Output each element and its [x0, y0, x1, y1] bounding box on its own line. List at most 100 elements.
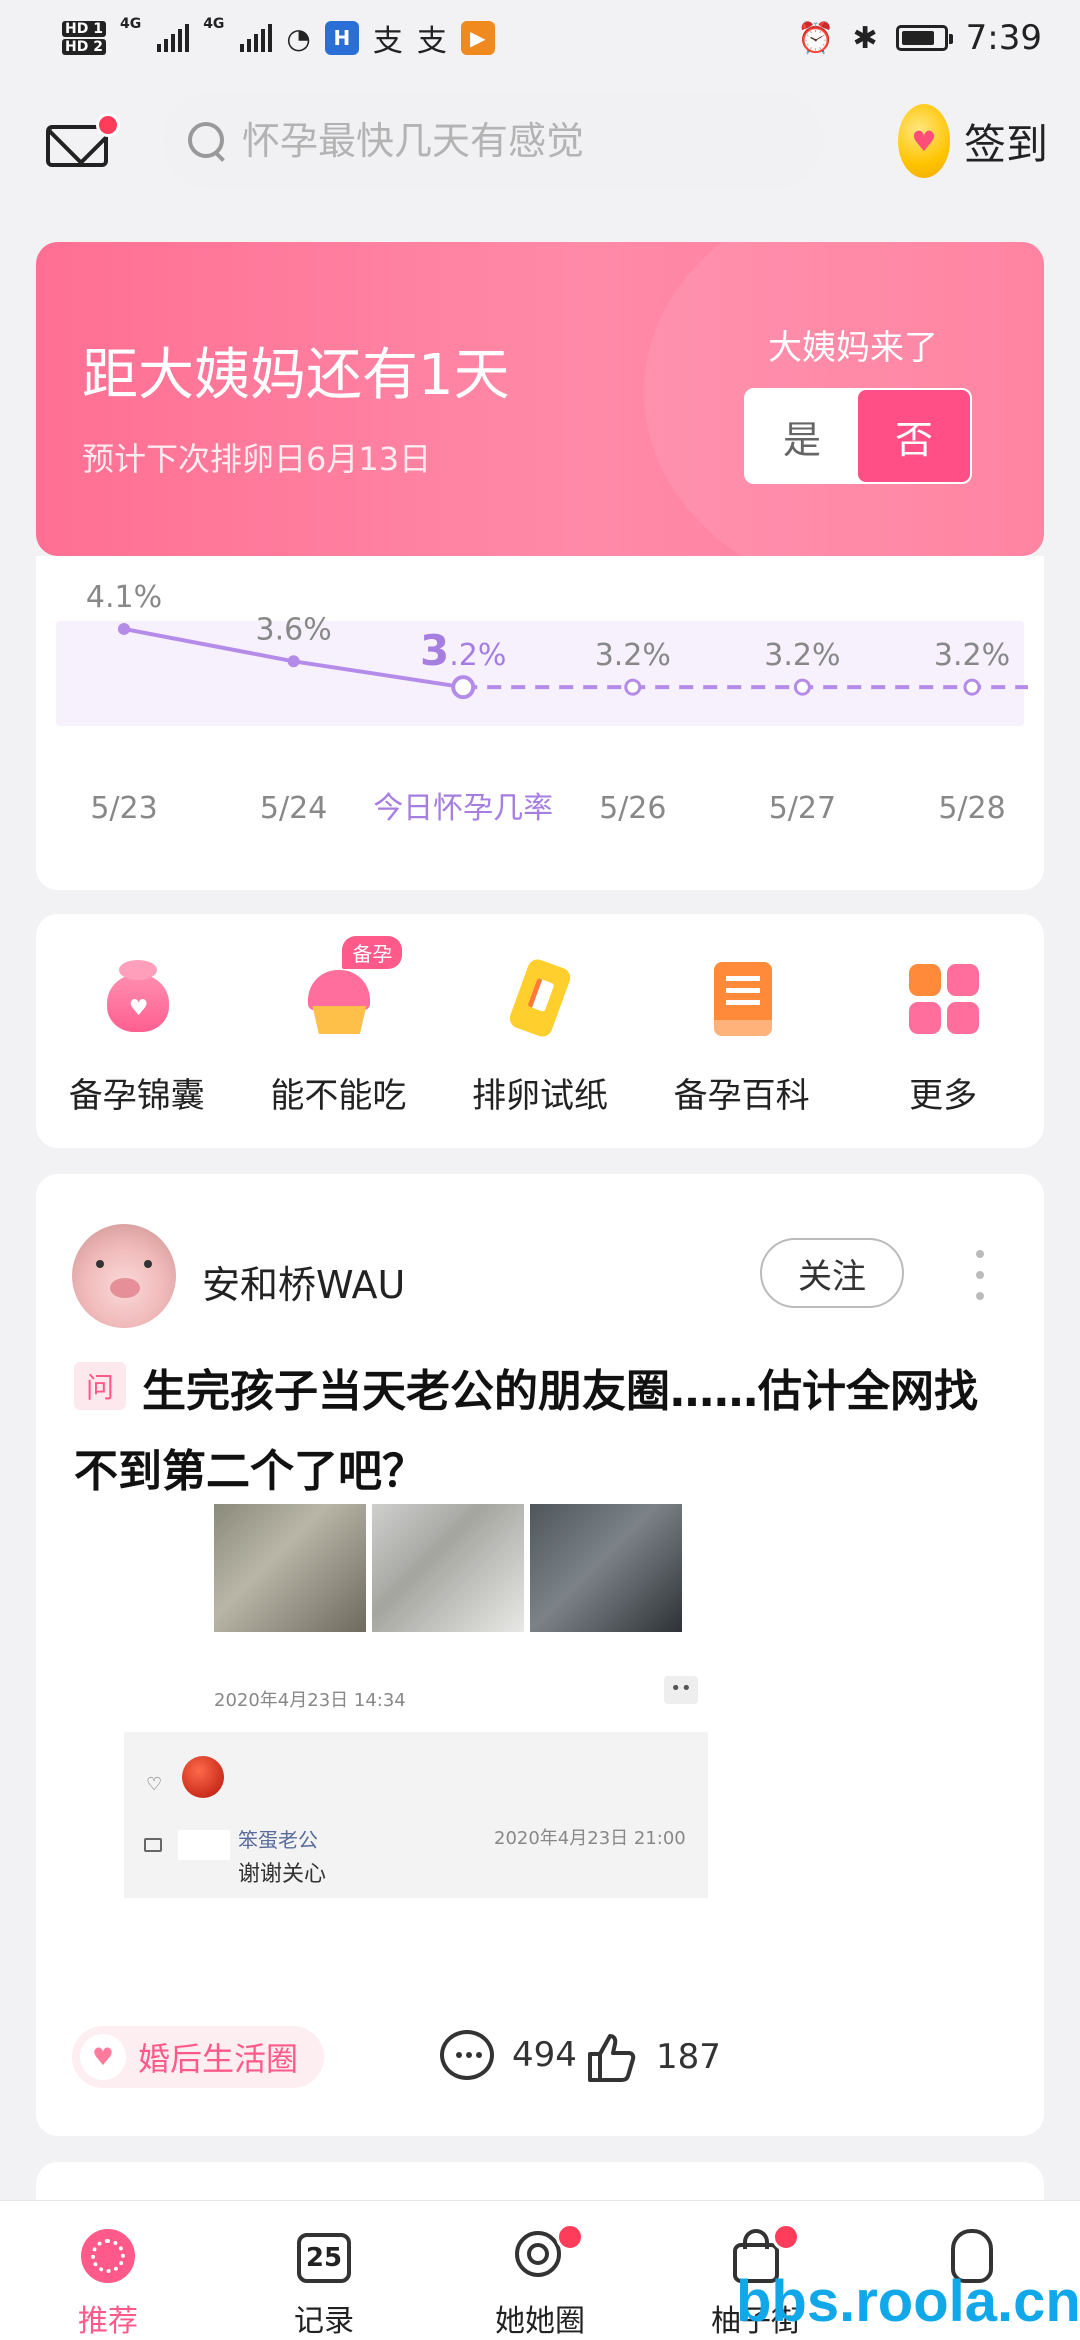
chart-tick-label: 5/26 [599, 791, 666, 826]
chart-value-label: 3.2% [934, 638, 1010, 673]
heart-icon: ♡ [146, 1774, 163, 1795]
chart-tick-label: 5/27 [769, 791, 836, 826]
ovulation-date: 预计下次排卵日6月13日 [82, 440, 432, 478]
nav-label: 推荐 [78, 2304, 138, 2339]
nav-community[interactable]: 她她圈 [432, 2201, 648, 2340]
tool-test-strip[interactable]: 排卵试纸 [439, 914, 641, 1148]
chart-svg: 4.1% 5/23 3.6% 5/24 3.2% 今日怀孕几率 3.2% 5/26 3.2% 5/… [56, 580, 1028, 826]
chart-point-forecast [963, 678, 981, 696]
tool-label: 排卵试纸 [471, 1076, 608, 1116]
notification-dot [96, 113, 120, 137]
hd-indicator: HD 1 HD 2 [62, 21, 106, 55]
more-options-icon[interactable] [976, 1250, 986, 1300]
post-card[interactable]: 安和桥WAU 关注 问 生完孩子当天老公的朋友圈……估计全网找不到第二个了吧？ … [36, 1174, 1044, 2136]
calendar-icon: 25 [293, 2225, 355, 2286]
tool-encyclopedia[interactable]: 备孕百科 [641, 914, 843, 1148]
comment-bubble-icon [440, 2030, 494, 2080]
period-yes-button[interactable]: 是 [746, 390, 858, 482]
cupcake-icon [296, 956, 380, 1040]
tool-label: 能不能吃 [270, 1076, 407, 1116]
nav-label: 她她圈 [495, 2304, 585, 2339]
video-app-icon: ▶ [460, 21, 495, 55]
alipay-icon-2: 支 [416, 24, 447, 59]
comment-icon [144, 1838, 162, 1852]
period-no-button[interactable]: 否 [858, 390, 970, 482]
watermark: bbs.roola.cn [736, 2269, 1080, 2334]
follow-button[interactable]: 关注 [760, 1238, 904, 1308]
moment-date: 2020年4月23日 14:34 [214, 1690, 406, 1711]
chart-point [118, 622, 130, 635]
signal-2-icon [240, 24, 273, 52]
tools-grid: ♥ 备孕锦囊 备孕 能不能吃 排卵试纸 备孕百科 更多 [36, 914, 1044, 1148]
network-type-1: 4G [119, 16, 142, 32]
clock: 7:39 [965, 18, 1042, 58]
search-input[interactable] [242, 119, 802, 163]
comment-count-button[interactable]: 494 [440, 2030, 577, 2080]
notification-dot [772, 2223, 800, 2251]
chart-value-label: 3.2% [595, 638, 671, 673]
chart-point-forecast [624, 678, 642, 696]
pregnancy-chance-chart: 4.1% 5/23 3.6% 5/24 3.2% 今日怀孕几率 3.2% 5/26 3.2% 5/… [36, 556, 1044, 890]
photo-thumbnail [530, 1504, 682, 1632]
signin-button[interactable]: ♥ 签到 [897, 104, 1048, 178]
tool-pouch[interactable]: ♥ 备孕锦囊 [36, 914, 238, 1148]
alarm-icon: ⏰ [797, 20, 835, 56]
hd1-label: HD 1 [62, 21, 106, 37]
moment-menu-icon: •• [664, 1676, 698, 1704]
chart-value-label: 4.1% [86, 580, 162, 615]
nav-recommend[interactable]: 推荐 [0, 2201, 216, 2340]
book-icon [700, 956, 784, 1040]
comment-count: 494 [512, 2035, 577, 2075]
commenter-name: 笨蛋老公 [238, 1828, 318, 1852]
status-left: HD 1 HD 2 4G 4G ◔ H 支 支 ▶ [62, 16, 495, 60]
like-count: 187 [656, 2037, 721, 2077]
status-bar: HD 1 HD 2 4G 4G ◔ H 支 支 ▶ ⏰ ✱ 7:39 [0, 0, 1080, 76]
comment-text: 谢谢关心 [238, 1862, 327, 1887]
battery-icon [895, 25, 953, 51]
like-button[interactable]: 187 [584, 2030, 721, 2084]
grid-icon [901, 956, 985, 1040]
period-card: 距大姨妈还有1天 预计下次排卵日6月13日 大姨妈来了 是 否 [36, 242, 1044, 556]
nav-label: 记录 [294, 2304, 354, 2339]
calendar-day: 25 [297, 2233, 351, 2283]
liker-avatar [182, 1756, 224, 1798]
period-question: 大姨妈来了 [768, 328, 938, 368]
nav-record[interactable]: 25 记录 [216, 2201, 432, 2340]
topic-label: 婚后生活圈 [138, 2040, 299, 2078]
chart-value-label: 3.2% [764, 638, 840, 673]
signal-1-icon [157, 24, 190, 52]
commenter-avatar [178, 1830, 230, 1860]
grapefruit-icon [77, 2225, 139, 2286]
tool-label: 更多 [909, 1076, 978, 1116]
search-bar[interactable] [162, 92, 824, 190]
chart-point-forecast [793, 678, 811, 696]
hd2-label: HD 2 [62, 39, 106, 55]
chart-area-fill [56, 620, 1024, 726]
post-image[interactable]: 2020年4月23日 14:34 •• ♡ 笨蛋老公 2020年4月23日 21… [72, 1504, 732, 2104]
post-title[interactable]: 生完孩子当天老公的朋友圈……估计全网找不到第二个了吧？ [74, 1352, 1014, 1512]
app-notification-icon: H [324, 21, 359, 55]
network-type-2: 4G [203, 16, 225, 32]
topic-tag[interactable]: ♥ 婚后生活圈 [72, 2026, 325, 2088]
rabbit-icon: ♥ [80, 2034, 126, 2080]
signin-label: 签到 [963, 119, 1048, 169]
moment-comments: ♡ 笨蛋老公 2020年4月23日 21:00 谢谢关心 [124, 1732, 708, 1898]
tool-label: 备孕锦囊 [68, 1076, 205, 1116]
status-right: ⏰ ✱ 7:39 [797, 18, 1042, 58]
tool-food[interactable]: 备孕 能不能吃 [238, 914, 440, 1148]
message-button[interactable] [44, 113, 120, 169]
tool-more[interactable]: 更多 [842, 914, 1044, 1148]
post-username[interactable]: 安和桥WAU [202, 1254, 405, 1309]
period-countdown: 距大姨妈还有1天 [82, 343, 510, 408]
period-toggle: 是 否 [744, 388, 972, 484]
comment-time: 2020年4月23日 21:00 [494, 1828, 686, 1849]
pouch-icon: ♥ [95, 956, 179, 1040]
top-header: ♥ 签到 [0, 76, 1080, 206]
chart-value-label: 3.6% [255, 612, 331, 647]
avatar[interactable] [72, 1224, 176, 1328]
chart-point-today [451, 675, 476, 700]
thumbs-up-icon [588, 2034, 636, 2082]
chart-tick-label: 5/23 [90, 791, 157, 826]
chart-tick-label: 5/28 [938, 791, 1005, 826]
photo-thumbnail [214, 1504, 366, 1632]
